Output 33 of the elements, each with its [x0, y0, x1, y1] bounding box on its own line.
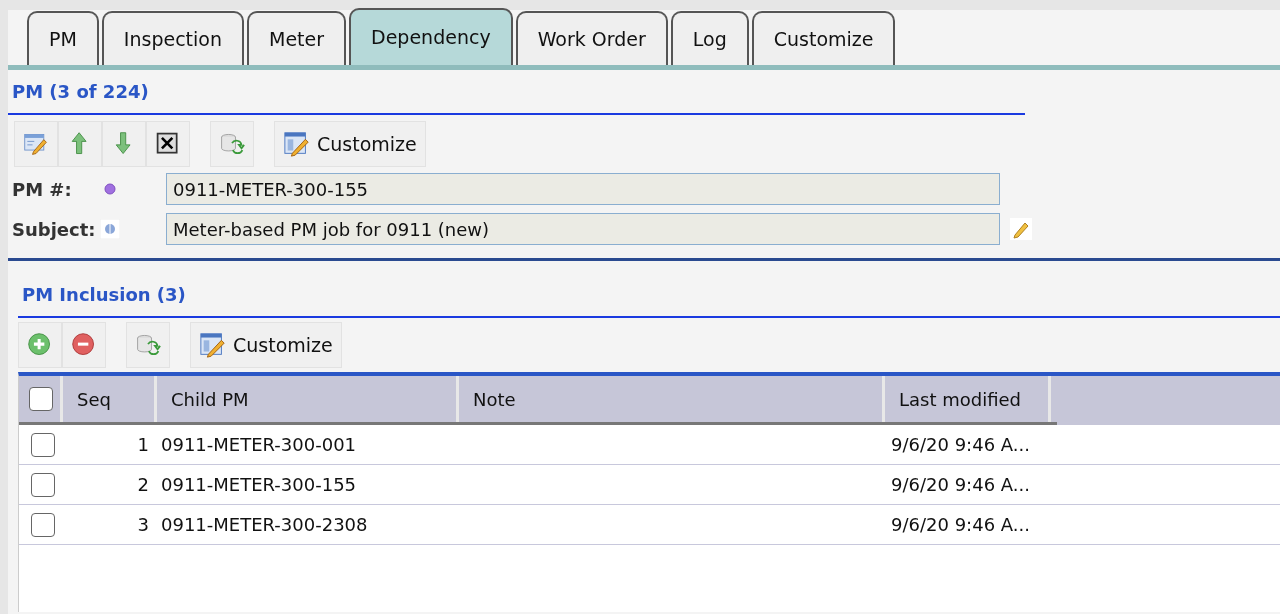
text-field[interactable]: Meter-based PM job for 0911 (new) — [166, 213, 1000, 245]
row-checkbox[interactable] — [31, 472, 55, 497]
table-cell-text: 9/6/20 9:46 A... — [891, 433, 1030, 457]
table-cell-text: 9/6/20 9:46 A... — [891, 473, 1030, 497]
table-cell-text: 2 — [136, 473, 149, 497]
field-label: PM #: — [12, 177, 73, 202]
tab[interactable]: Log — [670, 11, 749, 65]
field-label: Subject: — [12, 217, 92, 242]
table-cell-text: 0911-METER-300-155 — [161, 473, 358, 497]
dot-icon — [104, 183, 116, 195]
row-checkbox[interactable] — [31, 512, 55, 537]
tab[interactable]: Customize — [751, 11, 896, 65]
tab[interactable]: Work Order — [515, 11, 668, 65]
tab[interactable]: Inspection — [101, 11, 244, 65]
header-checkbox[interactable] — [29, 387, 53, 411]
table-cell-text: 0911-METER-300-2308 — [161, 513, 369, 537]
form-pencil-icon — [283, 130, 311, 158]
tab[interactable]: Meter — [247, 11, 347, 65]
table-cell-text: 0911-METER-300-001 — [161, 433, 358, 457]
tab[interactable]: Dependency — [349, 8, 513, 65]
pencil-icon[interactable] — [1010, 218, 1032, 240]
text-field[interactable]: 0911-METER-300-155 — [166, 173, 1000, 205]
row-checkbox[interactable] — [31, 432, 55, 457]
table-cell-text: 3 — [136, 513, 149, 537]
form-pencil-icon — [199, 331, 227, 359]
table-cell-text: 1 — [136, 433, 149, 457]
customize-button[interactable]: Customize — [190, 322, 342, 368]
tab[interactable]: PM — [27, 11, 99, 65]
table-cell-text: 9/6/20 9:46 A... — [891, 513, 1030, 537]
section-title: PM Inclusion (3) — [18, 261, 1280, 318]
customize-button[interactable]: Customize — [274, 121, 426, 167]
toolbar-button[interactable] — [146, 121, 190, 167]
section-title: PM (3 of 224) — [8, 70, 1025, 115]
